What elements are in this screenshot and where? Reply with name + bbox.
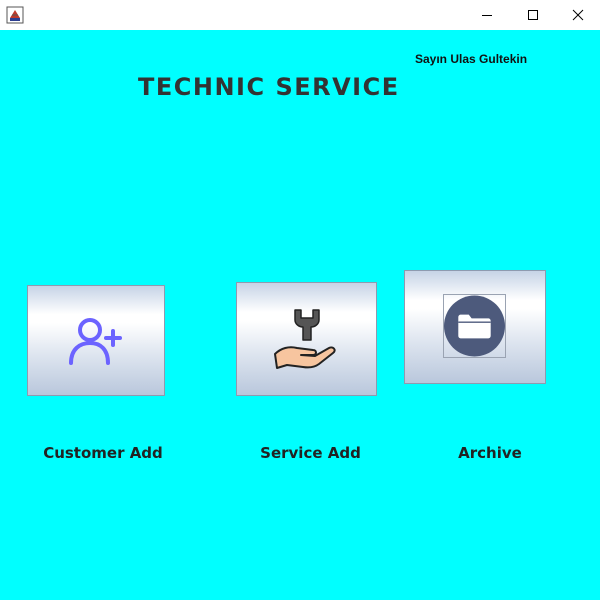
app-window: Sayın Ulas Gultekin TECHNIC SERVICE Cust…: [0, 0, 600, 600]
archive-label: Archive: [458, 444, 522, 462]
wrench-hand-icon: [273, 309, 336, 369]
minimize-icon: [482, 15, 492, 16]
archive-icon-frame: [443, 294, 506, 358]
folder-icon: [444, 295, 505, 357]
service-add-button[interactable]: [236, 282, 377, 396]
page-title: TECHNIC SERVICE: [138, 73, 400, 101]
customer-add-label: Customer Add: [43, 444, 163, 462]
close-button[interactable]: [555, 0, 600, 30]
archive-button[interactable]: [404, 270, 546, 384]
service-add-label: Service Add: [260, 444, 361, 462]
title-bar[interactable]: [0, 0, 600, 30]
java-app-icon[interactable]: [6, 6, 24, 24]
maximize-button[interactable]: [510, 0, 556, 30]
customer-add-button[interactable]: [27, 285, 165, 396]
user-greeting: Sayın Ulas Gultekin: [415, 52, 528, 66]
close-icon: [572, 9, 584, 21]
minimize-button[interactable]: [464, 0, 510, 30]
add-user-icon: [69, 317, 122, 365]
maximize-icon: [528, 10, 538, 20]
